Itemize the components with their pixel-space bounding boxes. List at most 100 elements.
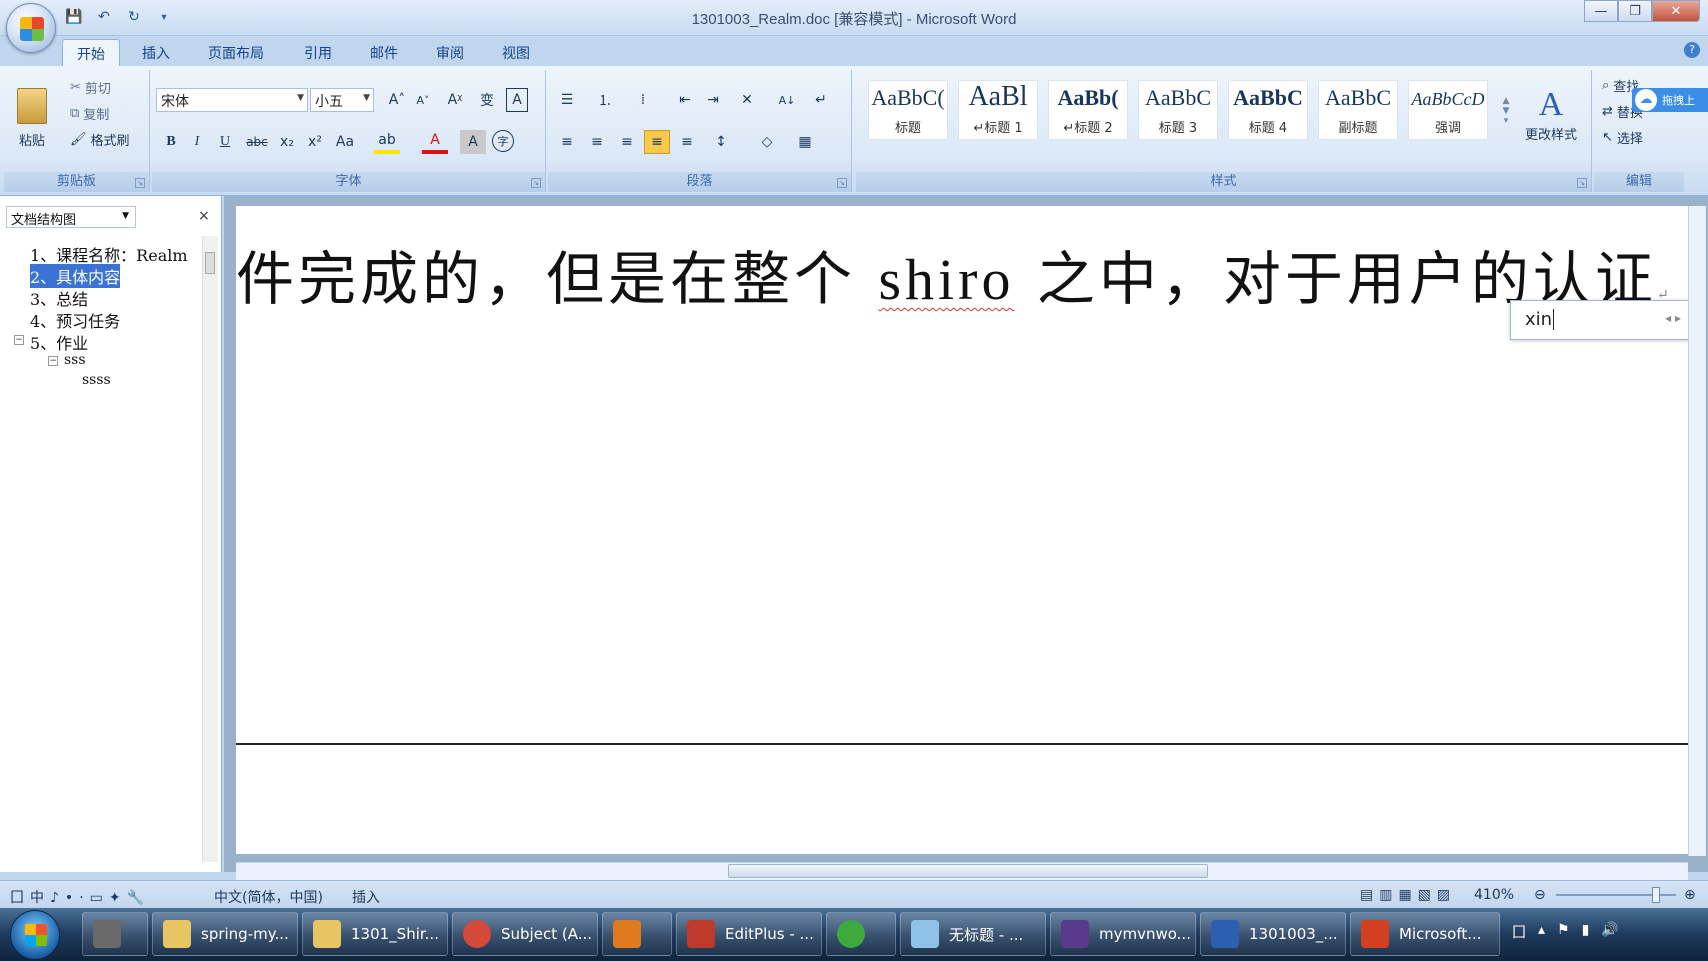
status-language[interactable]: 中文(简体，中国) (214, 887, 323, 907)
style-heading-1[interactable]: AaBl ↵标题 1 (958, 80, 1038, 140)
change-case-button[interactable]: Aa (332, 130, 358, 154)
select-button[interactable]: ↖ 选择 (1602, 128, 1643, 147)
ime-page-arrows[interactable]: ◂ ▸ (1665, 311, 1681, 325)
taskbar-item[interactable]: Subject (A... (452, 912, 598, 956)
ime-candidate-box[interactable]: xin ◂ ▸ (1510, 300, 1690, 340)
cut-button[interactable]: ✂ 剪切 (70, 78, 111, 97)
tab-insert[interactable]: 插入 (128, 39, 184, 66)
format-painter-button[interactable]: 🖌 格式刷 (70, 130, 130, 149)
style-heading-2[interactable]: AaBb(↵标题 2 (1048, 80, 1128, 140)
flag-icon[interactable]: ⚑ (1557, 922, 1570, 942)
taskbar-item[interactable] (826, 912, 896, 956)
taskbar-item[interactable]: EditPlus - ... (676, 912, 822, 956)
taskbar-item[interactable]: mymvnwo... (1050, 912, 1196, 956)
close-button[interactable]: ✕ (1652, 0, 1700, 22)
styles-scroll[interactable]: ▲ ▼ ▾ (1496, 78, 1516, 144)
nav-item-ssss[interactable]: ssss (82, 372, 111, 388)
office-button[interactable] (6, 3, 56, 53)
copy-button[interactable]: ⧉ 复制 (70, 104, 109, 123)
tray-expand-icon[interactable]: ▴ (1538, 922, 1545, 942)
subscript-button[interactable]: x₂ (274, 130, 300, 154)
style-title[interactable]: AaBbC(标题 (868, 80, 948, 140)
shading-button[interactable]: ◇ (754, 130, 780, 154)
document-page[interactable]: 件完成的，但是在整个 shiro 之中，对于用户的认证↵ (236, 206, 1688, 854)
char-shading-button[interactable]: A (460, 130, 486, 154)
style-heading-3[interactable]: AaBbC 标题 3 (1138, 80, 1218, 140)
cloud-upload-tag[interactable]: ☁ 拖拽上 (1632, 88, 1708, 112)
nav-item-preview-tasks[interactable]: 4、预习任务 (30, 308, 120, 332)
underline-button[interactable]: U (212, 130, 238, 154)
volume-icon[interactable]: 🔊 (1601, 922, 1618, 942)
tab-page-layout[interactable]: 页面布局 (194, 39, 278, 66)
italic-button[interactable]: I (184, 130, 210, 154)
font-color-button[interactable]: A (422, 130, 448, 154)
close-pane-icon[interactable]: × (198, 208, 210, 224)
tab-review[interactable]: 审阅 (422, 39, 478, 66)
tab-references[interactable]: 引用 (290, 39, 346, 66)
enclose-char-button[interactable]: 字 (492, 130, 514, 152)
tab-mailings[interactable]: 邮件 (356, 39, 412, 66)
nav-scroll-thumb[interactable] (205, 252, 215, 274)
font-size-combo[interactable]: 小五 ▼ (310, 88, 374, 112)
zoom-level[interactable]: 410% (1474, 887, 1514, 903)
taskbar-pinned-icon[interactable] (82, 912, 148, 956)
line-spacing-button[interactable]: ↕ (708, 130, 734, 154)
style-emphasis[interactable]: AaBbCcD 强调 (1408, 80, 1488, 140)
char-border-button[interactable]: A (506, 88, 528, 112)
font-name-combo[interactable]: 宋体 ▼ (156, 88, 308, 112)
maximize-button[interactable]: ❐ (1618, 0, 1652, 22)
superscript-button[interactable]: x² (302, 130, 328, 154)
sort-button[interactable]: A↓ (774, 88, 800, 112)
tab-view[interactable]: 视图 (488, 39, 544, 66)
style-subtitle[interactable]: AaBbC 副标题 (1318, 80, 1398, 140)
nav-item-course-name[interactable]: 1、课程名称：Realm (30, 242, 188, 266)
bullets-button[interactable]: ☰ (554, 88, 580, 112)
decrease-indent-button[interactable]: ⇤ (672, 88, 698, 112)
taskbar-item[interactable]: 无标题 - ... (900, 912, 1046, 956)
nav-view-select[interactable]: 文档结构图 ▼ (6, 206, 136, 228)
shrink-font-button[interactable]: A˅ (410, 88, 436, 112)
phonetic-guide-button[interactable]: 变 (474, 88, 500, 112)
taskbar-item[interactable]: Microsoft... (1350, 912, 1500, 956)
nav-item-homework[interactable]: 5、作业 (30, 330, 88, 354)
justify-button[interactable]: ≡ (644, 130, 670, 154)
collapse-toggle-icon[interactable]: − (48, 356, 58, 366)
collapse-toggle-icon[interactable]: − (14, 335, 24, 345)
zoom-out-icon[interactable]: ⊖ (1534, 887, 1546, 903)
ime-tray-icon[interactable]: 囗 (1512, 922, 1526, 942)
tab-home[interactable]: 开始 (62, 39, 120, 66)
chinese-layout-button[interactable]: ✕ (734, 88, 760, 112)
taskbar-item[interactable]: 1301003_... (1200, 912, 1346, 956)
horizontal-scroll-thumb[interactable] (728, 864, 1208, 878)
align-right-button[interactable]: ≡ (614, 130, 640, 154)
change-styles-button[interactable]: A 更改样式 (1516, 74, 1586, 154)
numbering-button[interactable]: ⒈ (592, 88, 618, 112)
status-insert-mode[interactable]: 插入 (352, 887, 380, 907)
style-heading-4[interactable]: AaBbC 标题 4 (1228, 80, 1308, 140)
vertical-scrollbar[interactable] (1688, 206, 1706, 856)
align-left-button[interactable]: ≡ (554, 130, 580, 154)
network-icon[interactable]: ▮ (1582, 922, 1590, 942)
clear-format-button[interactable]: Aᵡ (442, 88, 468, 112)
nav-item-sss[interactable]: sss (64, 352, 86, 368)
distribute-button[interactable]: ≡ (674, 130, 700, 154)
strikethrough-button[interactable]: abc (244, 130, 270, 154)
multilevel-list-button[interactable]: ⁞ (630, 88, 656, 112)
ime-toolbar-icons[interactable]: 囗中♪•·▭✦🔧 (10, 887, 150, 907)
start-button[interactable] (10, 910, 60, 960)
nav-item-details[interactable]: 2、具体内容 (30, 264, 121, 288)
zoom-in-icon[interactable]: ⊕ (1684, 887, 1696, 903)
taskbar-item[interactable]: 1301_Shir... (302, 912, 448, 956)
nav-item-summary[interactable]: 3、总结 (30, 286, 88, 310)
show-marks-button[interactable]: ↵ (808, 88, 834, 112)
highlight-button[interactable]: ab (374, 130, 400, 154)
bold-button[interactable]: B (158, 130, 184, 154)
help-icon[interactable]: ? (1684, 42, 1700, 58)
taskbar-item[interactable]: spring-my... (152, 912, 298, 956)
styles-launcher-icon[interactable]: ↘ (1577, 178, 1587, 188)
increase-indent-button[interactable]: ⇥ (700, 88, 726, 112)
taskbar-item[interactable] (602, 912, 672, 956)
zoom-slider-knob[interactable] (1652, 887, 1660, 903)
minimize-button[interactable]: — (1584, 0, 1618, 22)
paste-button[interactable]: 粘贴 (12, 76, 52, 160)
